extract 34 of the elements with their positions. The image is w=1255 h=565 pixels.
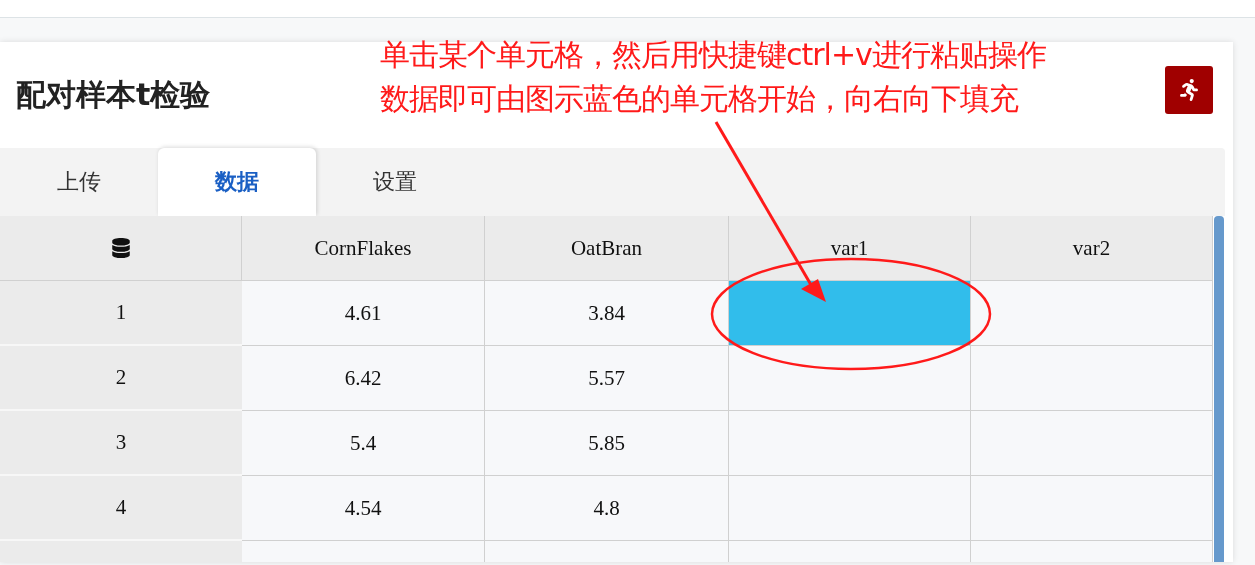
table-cell[interactable]: [971, 346, 1213, 411]
table-cell[interactable]: 6.42: [242, 346, 485, 411]
row-number: 1: [0, 281, 242, 346]
table-cell[interactable]: [971, 476, 1213, 541]
row-number: 3: [0, 411, 242, 476]
table-cell[interactable]: 4.54: [242, 476, 485, 541]
run-button[interactable]: [1165, 66, 1213, 114]
row-number: 2: [0, 346, 242, 411]
row-number: 4: [0, 476, 242, 541]
page-title: 配对样本t检验: [16, 75, 211, 114]
table-cell[interactable]: [729, 476, 971, 541]
table-cell[interactable]: [729, 411, 971, 476]
table-cell[interactable]: [971, 411, 1213, 476]
table-cell[interactable]: 4.8: [485, 476, 729, 541]
column-header: OatBran: [485, 216, 729, 281]
table-cell[interactable]: 3.84: [485, 281, 729, 346]
annotation-line: 单击某个单元格，然后用快捷键ctrl+v进行粘贴操作: [380, 36, 1046, 74]
tab[interactable]: 设置: [316, 148, 474, 216]
table-cell[interactable]: [729, 346, 971, 411]
tab[interactable]: 上传: [0, 148, 158, 216]
table-cell[interactable]: 4.61: [242, 281, 485, 346]
annotation-line: 数据即可由图示蓝色的单元格开始，向右向下填充: [380, 80, 1020, 118]
running-person-icon: [1178, 79, 1200, 101]
table-cell[interactable]: [971, 281, 1213, 346]
scrollbar[interactable]: [1214, 216, 1224, 562]
table-cell[interactable]: 5.57: [485, 346, 729, 411]
column-header: CornFlakes: [242, 216, 485, 281]
tab[interactable]: 数据: [158, 148, 316, 216]
column-header: var2: [971, 216, 1213, 281]
column-header: var1: [729, 216, 971, 281]
table-cell[interactable]: [729, 281, 971, 346]
table-cell[interactable]: 5.4: [242, 411, 485, 476]
table-cell[interactable]: 5.85: [485, 411, 729, 476]
database-icon: [110, 238, 131, 258]
